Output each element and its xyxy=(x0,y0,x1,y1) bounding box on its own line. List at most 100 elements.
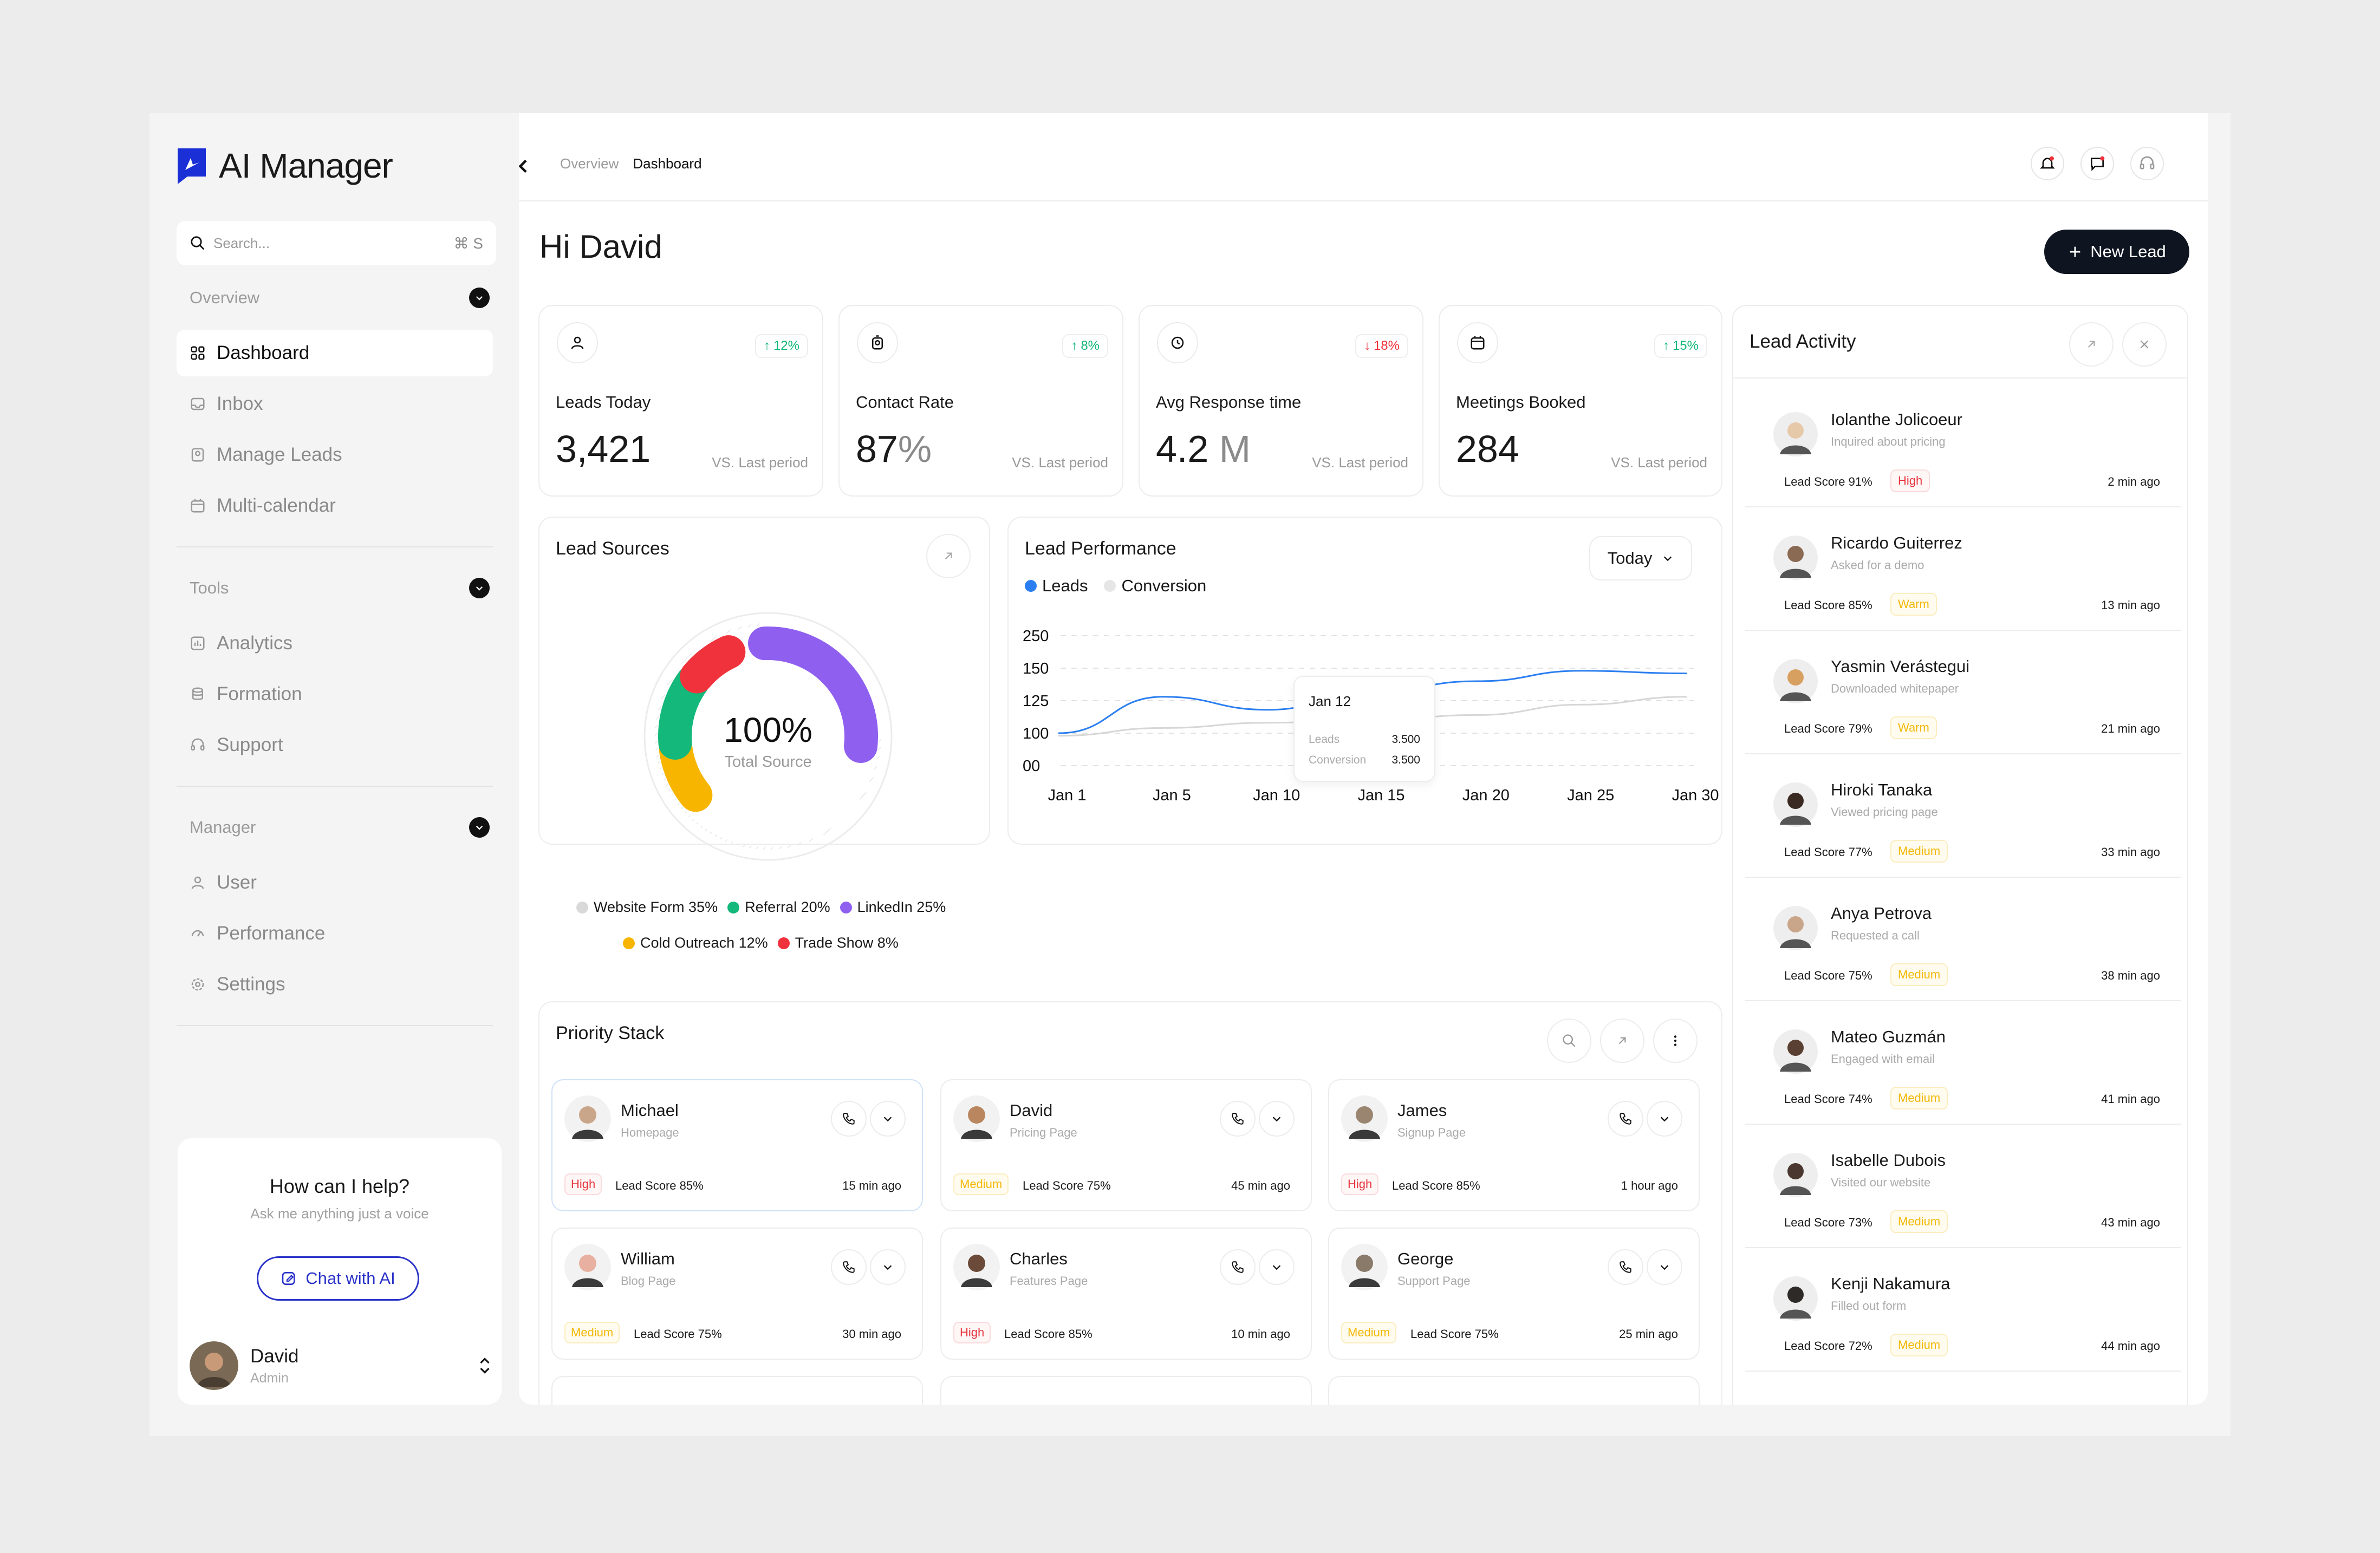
breadcrumb-parent[interactable]: Overview xyxy=(560,155,619,172)
priority-card[interactable]: Michael Homepage High Lead Score 85% 15 … xyxy=(551,1079,923,1211)
lead-time: 15 min ago xyxy=(842,1179,901,1192)
sidebar-item-user[interactable]: User xyxy=(177,859,493,906)
activity-time: 43 min ago xyxy=(2101,1216,2160,1229)
section-overview[interactable]: Overview xyxy=(190,288,490,308)
kpi-value: 4.2 M xyxy=(1156,428,1251,470)
chevron-down-icon[interactable] xyxy=(469,817,490,838)
expand-card-button[interactable] xyxy=(1647,1249,1682,1285)
lead-sources-legend-row1: Website Form 35% Referral 20% LinkedIn 2… xyxy=(576,899,946,916)
sidebar-item-analytics[interactable]: Analytics xyxy=(177,620,493,667)
expand-button[interactable] xyxy=(926,534,971,578)
sidebar-item-settings[interactable]: Settings xyxy=(177,961,493,1008)
chevron-down-icon[interactable] xyxy=(469,288,490,308)
messages-button[interactable] xyxy=(2080,147,2114,180)
activity-item[interactable]: Anya Petrova Requested a call Lead Score… xyxy=(1745,878,2181,1001)
phone-icon xyxy=(843,1113,855,1125)
app-frame: AI Manager Search... ⌘ S Overview Dashbo… xyxy=(149,113,2231,1436)
divider xyxy=(177,786,493,787)
call-button[interactable] xyxy=(831,1249,867,1285)
call-button[interactable] xyxy=(1220,1249,1256,1285)
priority-card[interactable]: James Signup Page High Lead Score 85% 1 … xyxy=(1328,1079,1700,1211)
sidebar-item-dashboard[interactable]: Dashboard xyxy=(177,330,493,376)
expand-card-button[interactable] xyxy=(870,1101,906,1137)
sidebar-item-formation[interactable]: Formation xyxy=(177,671,493,717)
call-button[interactable] xyxy=(831,1101,867,1137)
more-button[interactable] xyxy=(1653,1019,1698,1063)
sidebar-item-inbox[interactable]: Inbox xyxy=(177,381,493,427)
expand-card-button[interactable] xyxy=(870,1249,906,1285)
data-point-conversion[interactable] xyxy=(1058,735,1059,736)
data-point-conversion[interactable] xyxy=(1267,722,1269,723)
support-button[interactable] xyxy=(2130,147,2164,180)
search-icon xyxy=(191,236,205,250)
data-point-leads[interactable] xyxy=(1477,681,1478,682)
user-icon xyxy=(557,322,598,363)
chevron-down-icon[interactable] xyxy=(469,578,490,598)
breadcrumb: Overview Dashboard xyxy=(560,155,702,172)
priority-card[interactable] xyxy=(1328,1376,1700,1405)
search-button[interactable] xyxy=(1547,1019,1591,1063)
call-button[interactable] xyxy=(1608,1101,1643,1137)
priority-badge: Medium xyxy=(564,1322,620,1343)
expand-card-button[interactable] xyxy=(1259,1101,1295,1137)
activity-time: 38 min ago xyxy=(2101,969,2160,982)
notification-button[interactable] xyxy=(2031,147,2064,180)
kpi-comparison: VS. Last period xyxy=(1012,454,1108,471)
data-point-leads[interactable] xyxy=(1267,709,1269,710)
chat-with-ai-button[interactable]: Chat with AI xyxy=(257,1256,419,1301)
call-button[interactable] xyxy=(1220,1101,1256,1137)
activity-item[interactable]: Isabelle Dubois Visited our website Lead… xyxy=(1745,1125,2181,1248)
expand-card-button[interactable] xyxy=(1647,1101,1682,1137)
section-manager[interactable]: Manager xyxy=(190,817,490,838)
sidebar-item-performance[interactable]: Performance xyxy=(177,910,493,957)
clock-icon xyxy=(1157,322,1198,363)
activity-time: 41 min ago xyxy=(2101,1092,2160,1106)
kpi-delta-badge: ↑ 15% xyxy=(1654,334,1707,358)
activity-lead-score: Lead Score 79% xyxy=(1784,722,1872,735)
expand-button[interactable] xyxy=(1600,1019,1644,1063)
sidebar-item-label: Support xyxy=(217,734,283,755)
priority-card[interactable]: David Pricing Page Medium Lead Score 75%… xyxy=(940,1079,1312,1211)
donut-slice-trade-show[interactable] xyxy=(680,635,746,694)
collapse-sidebar-icon[interactable] xyxy=(519,156,531,176)
kpi-value: 3,421 xyxy=(556,428,651,470)
tooltip-conversion-label: Conversion xyxy=(1309,754,1367,766)
activity-item[interactable]: Kenji Nakamura Filled out form Lead Scor… xyxy=(1745,1248,2181,1372)
activity-item[interactable]: Yasmin Verástegui Downloaded whitepaper … xyxy=(1745,631,2181,754)
priority-card[interactable] xyxy=(940,1376,1312,1405)
y-tick-label: 150 xyxy=(1023,660,1049,677)
activity-item[interactable]: Mateo Guzmán Engaged with email Lead Sco… xyxy=(1745,1001,2181,1125)
activity-item[interactable]: Iolanthe Jolicoeur Inquired about pricin… xyxy=(1745,384,2181,507)
x-tick-label: Jan 1 xyxy=(1048,787,1087,804)
lead-time: 30 min ago xyxy=(842,1327,901,1341)
priority-card[interactable]: Charles Features Page High Lead Score 85… xyxy=(940,1228,1312,1360)
new-lead-label: New Lead xyxy=(2090,242,2166,261)
section-tools[interactable]: Tools xyxy=(190,578,490,598)
avatar xyxy=(564,1095,611,1142)
x-tick-label: Jan 20 xyxy=(1462,787,1510,804)
new-lead-button[interactable]: New Lead xyxy=(2044,230,2189,274)
priority-card[interactable] xyxy=(551,1376,923,1405)
priority-card[interactable]: William Blog Page Medium Lead Score 75% … xyxy=(551,1228,923,1360)
priority-card[interactable]: George Support Page Medium Lead Score 75… xyxy=(1328,1228,1700,1360)
lead-source-page: Blog Page xyxy=(621,1274,676,1288)
call-button[interactable] xyxy=(1608,1249,1643,1285)
priority-badge: Medium xyxy=(953,1173,1009,1195)
app-logo[interactable]: AI Manager xyxy=(175,146,393,186)
logo-icon xyxy=(178,148,206,184)
chevron-updown-icon[interactable] xyxy=(477,1355,493,1376)
search-input[interactable]: Search... ⌘ S xyxy=(177,221,496,265)
close-button[interactable] xyxy=(2122,322,2167,367)
phone-icon xyxy=(1620,1113,1631,1125)
activity-item[interactable]: Hiroki Tanaka Viewed pricing page Lead S… xyxy=(1745,754,2181,878)
sidebar-item-manage-leads[interactable]: Manage Leads xyxy=(177,432,493,478)
data-point-leads[interactable] xyxy=(1058,733,1059,734)
sidebar-item-support[interactable]: Support xyxy=(177,722,493,768)
activity-item[interactable]: Ricardo Guiterrez Asked for a demo Lead … xyxy=(1745,507,2181,631)
expand-card-button[interactable] xyxy=(1259,1249,1295,1285)
user-profile[interactable]: David Admin xyxy=(190,1340,493,1392)
sidebar-item-multi-calendar[interactable]: Multi-calendar xyxy=(177,482,493,529)
section-tools-heading: Tools xyxy=(190,578,229,597)
activity-lead-name: Ricardo Guiterrez xyxy=(1831,533,1962,552)
expand-button[interactable] xyxy=(2069,322,2114,367)
